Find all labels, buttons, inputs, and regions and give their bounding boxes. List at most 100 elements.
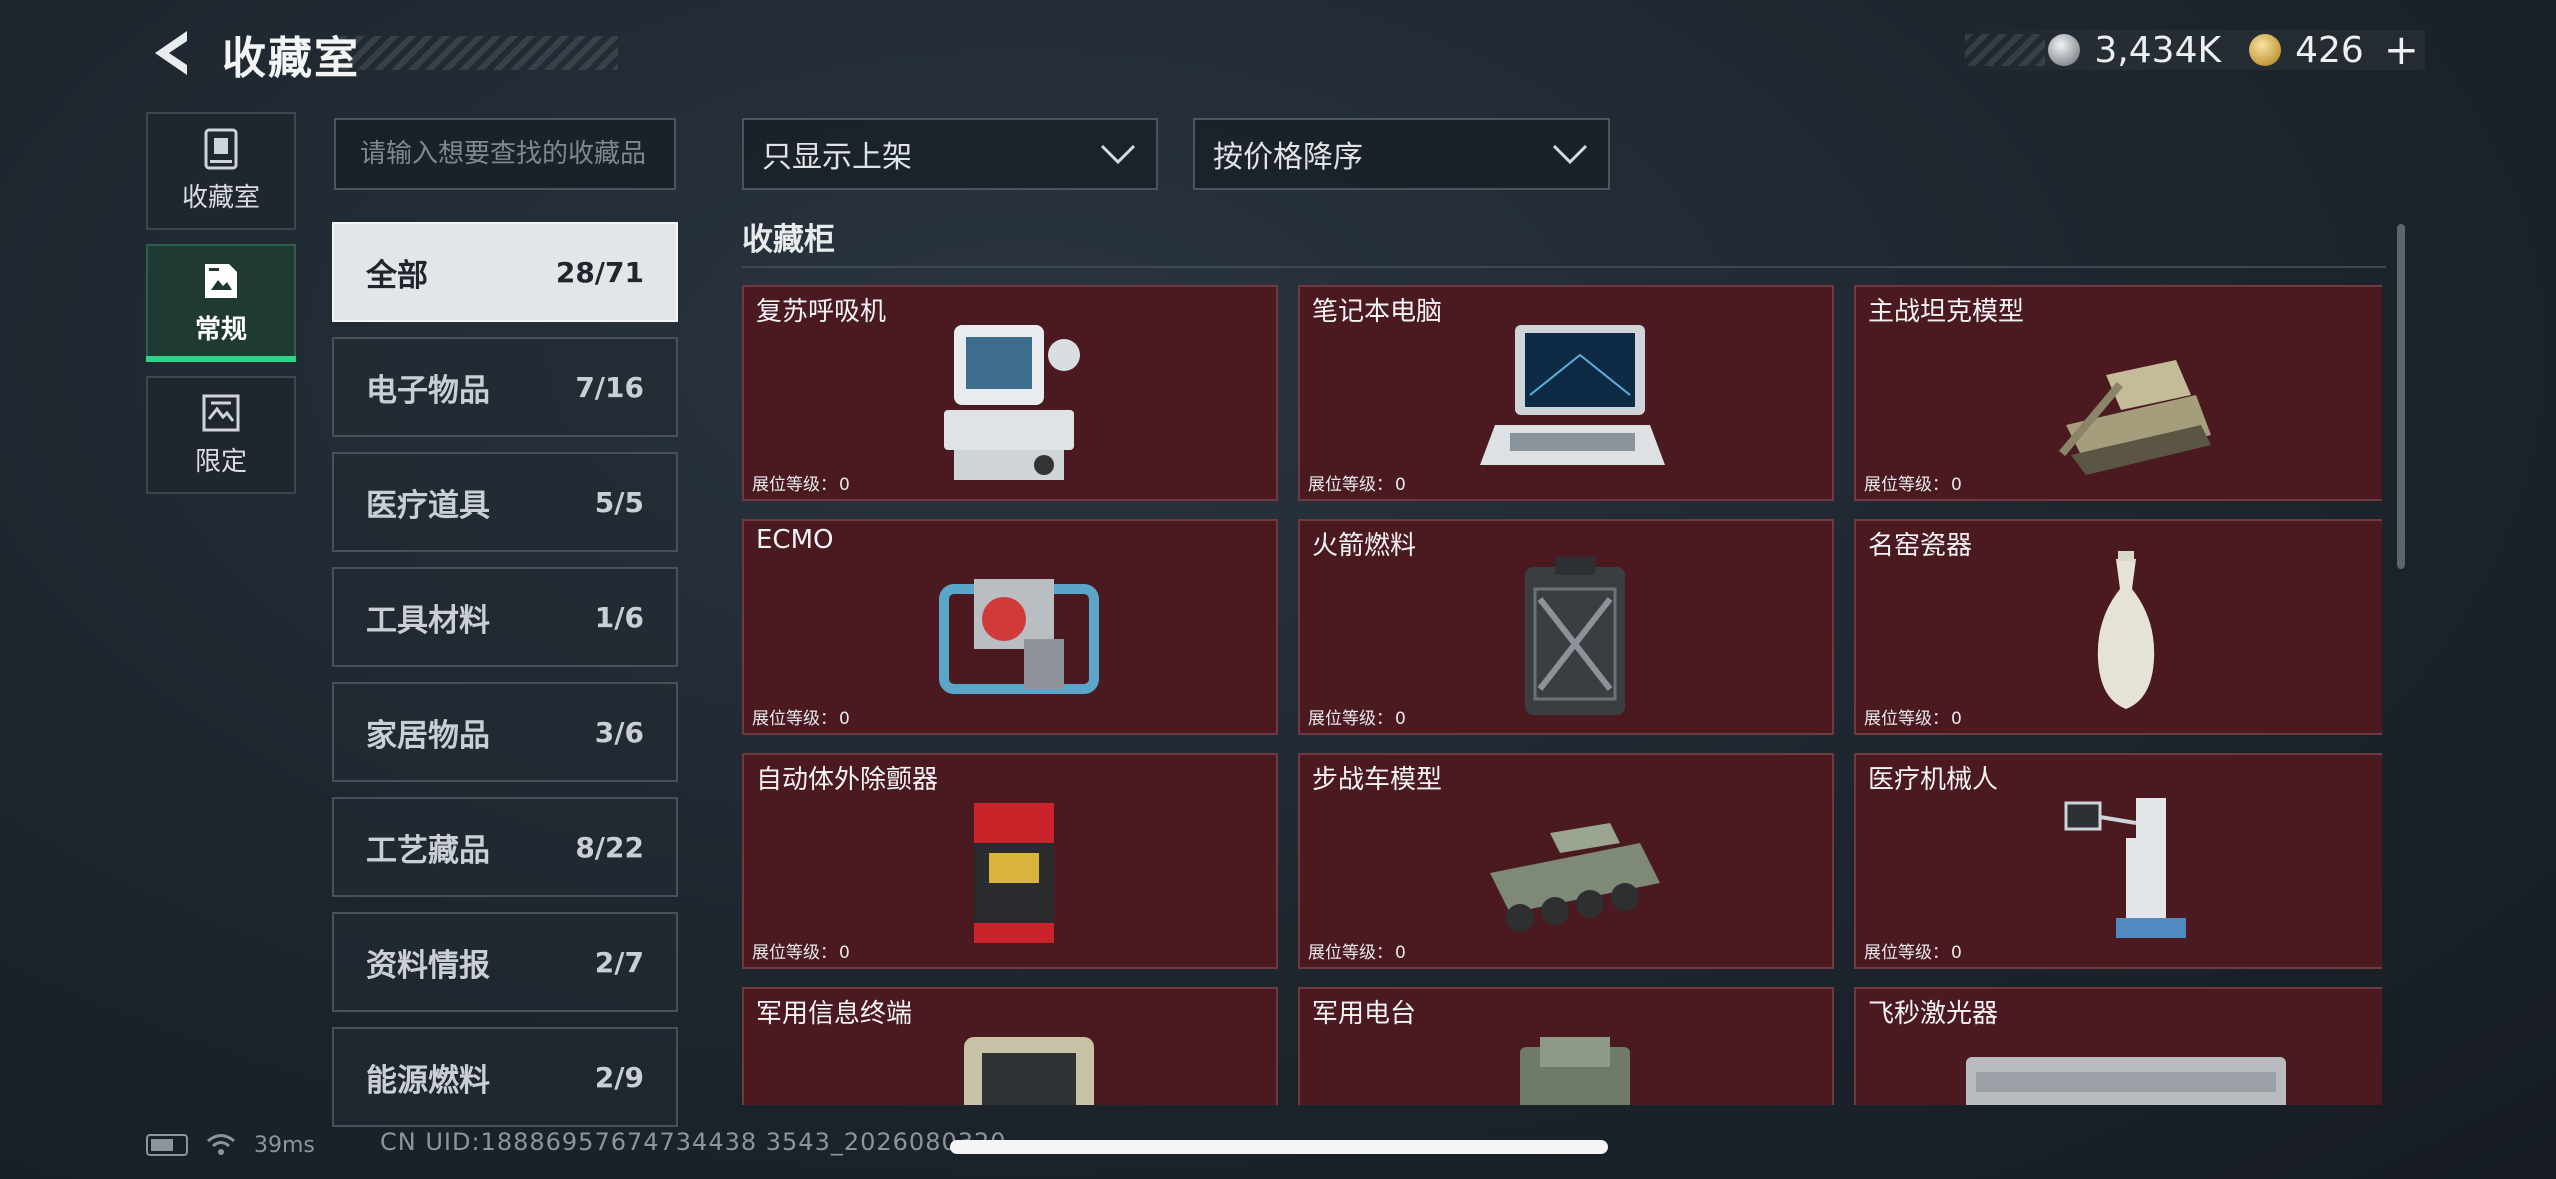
gold-coin-icon: [2249, 34, 2282, 66]
category-name: 资料情报: [366, 947, 490, 984]
category-name: 医疗道具: [366, 487, 490, 524]
category-count: 2/9: [594, 1060, 644, 1094]
side-item-collection-room[interactable]: 收藏室: [146, 112, 296, 230]
side-item-label: 常规: [194, 314, 247, 345]
military-terminal-icon: [964, 1037, 1094, 1105]
category-count: 3/6: [594, 715, 644, 749]
currency-bar: 3,434K 426 +: [1965, 29, 2425, 71]
category-name: 工艺藏品: [366, 832, 490, 869]
add-currency-button[interactable]: +: [2384, 29, 2419, 71]
collection-card[interactable]: 名窑瓷器 展位等级： 0: [1854, 519, 2382, 735]
category-energy[interactable]: 能源燃料 2/9: [332, 1027, 678, 1127]
tank-model-icon: [2059, 360, 2211, 475]
collection-card[interactable]: 复苏呼吸机 展位等级： 0: [742, 285, 1278, 501]
side-item-label: 收藏室: [181, 182, 260, 213]
back-button[interactable]: [148, 28, 194, 78]
item-name: 主战坦克模型: [1868, 297, 2025, 327]
booth-level: 展位等级： 0: [752, 709, 850, 729]
booth-level: 展位等级： 0: [1864, 709, 1962, 729]
item-name: 笔记本电脑: [1312, 297, 1443, 327]
category-name: 工具材料: [366, 602, 490, 639]
item-name: 军用电台: [1312, 999, 1417, 1029]
collection-card[interactable]: 主战坦克模型 展位等级： 0: [1854, 285, 2382, 501]
booth-level: 展位等级： 0: [1308, 475, 1406, 495]
category-tools[interactable]: 工具材料 1/6: [332, 567, 678, 667]
collection-card[interactable]: ECMO 展位等级： 0: [742, 519, 1278, 735]
booth-level: 展位等级： 0: [752, 475, 850, 495]
category-count: 7/16: [575, 370, 644, 404]
category-count: 5/5: [594, 485, 644, 519]
collection-card[interactable]: 飞秒激光器: [1854, 987, 2382, 1105]
collection-card[interactable]: 火箭燃料 展位等级： 0: [1298, 519, 1834, 735]
fuel-can-icon: [1525, 557, 1625, 715]
side-item-regular[interactable]: 常规: [146, 244, 296, 362]
sort-dropdown[interactable]: 按价格降序: [1193, 118, 1610, 190]
item-name: 步战车模型: [1312, 765, 1443, 795]
sort-value: 按价格降序: [1213, 140, 1363, 175]
regular-icon: [201, 261, 241, 301]
ecmo-icon: [939, 579, 1099, 694]
status-bar: 39ms: [146, 1130, 315, 1160]
side-item-limited[interactable]: 限定: [146, 376, 296, 494]
category-name: 能源燃料: [366, 1062, 490, 1099]
category-list: 全部 28/71 电子物品 7/16 医疗道具 5/5 工具材料 1/6 家居物…: [332, 222, 678, 1142]
booth-level: 展位等级： 0: [752, 943, 850, 963]
item-name: 火箭燃料: [1312, 531, 1417, 561]
military-radio-icon: [1520, 1037, 1630, 1105]
booth-level: 展位等级： 0: [1864, 475, 1962, 495]
collection-card[interactable]: 笔记本电脑 展位等级： 0: [1298, 285, 1834, 501]
booth-level: 展位等级： 0: [1308, 943, 1406, 963]
item-name: 军用信息终端: [756, 999, 913, 1029]
section-divider: [742, 266, 2386, 268]
category-name: 电子物品: [366, 372, 490, 409]
femtosecond-laser-icon: [1966, 1057, 2286, 1105]
wifi-icon: [207, 1134, 235, 1155]
category-intel[interactable]: 资料情报 2/7: [332, 912, 678, 1012]
booth-level: 展位等级： 0: [1864, 943, 1962, 963]
category-name: 全部: [366, 257, 428, 294]
silver-coin-icon: [2048, 34, 2081, 66]
category-name: 家居物品: [366, 717, 490, 754]
category-household[interactable]: 家居物品 3/6: [332, 682, 678, 782]
silver-coin-value: 3,434K: [2094, 29, 2222, 71]
side-nav: 收藏室 常规 限定: [146, 112, 296, 508]
collection-card[interactable]: 自动体外除颤器 展位等级： 0: [742, 753, 1278, 969]
back-arrow-icon: [155, 31, 187, 75]
side-item-label: 限定: [194, 446, 247, 477]
ventilator-icon: [944, 325, 1080, 480]
porcelain-vase-icon: [2097, 551, 2155, 709]
collection-card[interactable]: 步战车模型 展位等级： 0: [1298, 753, 1834, 969]
item-name: 名窑瓷器: [1868, 531, 1973, 561]
collection-card[interactable]: 军用电台: [1298, 987, 1834, 1105]
item-name: 医疗机械人: [1868, 765, 1999, 795]
category-electronics[interactable]: 电子物品 7/16: [332, 337, 678, 437]
user-uid: CN UID:18886957674734438 3543_2026080320: [380, 1128, 1007, 1156]
search-box: [334, 118, 676, 190]
category-crafts[interactable]: 工艺藏品 8/22: [332, 797, 678, 897]
collection-grid: 复苏呼吸机 展位等级： 0 笔记本电脑 展位等级： 0 主战坦克模型 展位等级： 0 …: [742, 285, 2382, 1105]
collection-room-icon: [201, 128, 241, 169]
item-name: 自动体外除颤器: [756, 765, 939, 795]
limited-icon: [201, 393, 241, 433]
collection-card[interactable]: 医疗机械人 展位等级： 0: [1854, 753, 2382, 969]
booth-level: 展位等级： 0: [1308, 709, 1406, 729]
item-name: ECMO: [756, 525, 834, 555]
category-all[interactable]: 全部 28/71: [332, 222, 678, 322]
search-input[interactable]: [360, 139, 660, 169]
ifv-model-icon: [1490, 823, 1660, 932]
home-indicator[interactable]: [950, 1140, 1608, 1154]
ping-value: 39ms: [254, 1132, 315, 1158]
item-name: 复苏呼吸机: [756, 297, 887, 327]
medical-robot-icon: [2064, 798, 2186, 938]
category-count: 2/7: [594, 945, 644, 979]
category-medical[interactable]: 医疗道具 5/5: [332, 452, 678, 552]
chevron-down-icon: [1100, 144, 1136, 165]
collection-card[interactable]: 军用信息终端: [742, 987, 1278, 1105]
category-count: 28/71: [555, 255, 644, 289]
display-filter-value: 只显示上架: [762, 140, 912, 175]
category-count: 8/22: [575, 830, 644, 864]
display-filter-dropdown[interactable]: 只显示上架: [742, 118, 1158, 190]
battery-icon: [146, 1134, 188, 1156]
laptop-icon: [1480, 325, 1665, 465]
scrollbar[interactable]: [2397, 224, 2405, 569]
